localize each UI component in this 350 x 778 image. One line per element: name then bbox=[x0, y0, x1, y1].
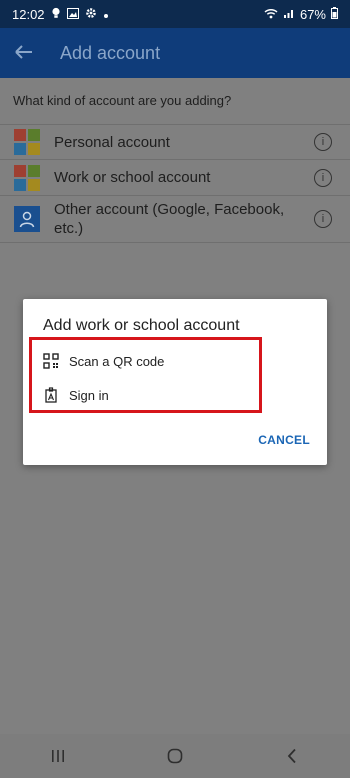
nav-bar bbox=[0, 734, 350, 778]
option-label: Sign in bbox=[69, 387, 109, 403]
arrow-left-icon[interactable] bbox=[0, 40, 48, 66]
image-icon bbox=[66, 7, 79, 22]
info-icon[interactable]: i bbox=[314, 133, 332, 151]
app-bar: Add account bbox=[0, 28, 350, 78]
dot-icon bbox=[103, 7, 109, 22]
battery-icon bbox=[331, 6, 338, 22]
status-time: 12:02 bbox=[12, 6, 45, 22]
qr-code-icon bbox=[43, 353, 59, 369]
list-item-other-account[interactable]: Other account (Google, Facebook, etc.) i bbox=[0, 196, 350, 243]
home-icon[interactable] bbox=[155, 748, 195, 764]
page-title: Add account bbox=[60, 42, 161, 63]
add-work-school-dialog: Add work or school account Scan a QR cod… bbox=[23, 299, 327, 465]
account-type-list: Personal account i Work or school accoun… bbox=[0, 124, 350, 243]
list-item-label: Work or school account bbox=[54, 169, 211, 186]
status-bar: 12:02 67% bbox=[0, 0, 350, 28]
info-icon[interactable]: i bbox=[314, 168, 332, 187]
signal-icon bbox=[283, 7, 295, 22]
microsoft-logo-icon bbox=[0, 164, 54, 191]
chevron-left-icon[interactable] bbox=[272, 748, 312, 764]
battery-percent: 67% bbox=[299, 6, 326, 22]
badge-icon bbox=[43, 387, 59, 403]
recents-icon[interactable] bbox=[38, 749, 78, 763]
dialog-title: Add work or school account bbox=[43, 317, 240, 334]
user-icon bbox=[0, 206, 54, 232]
status-right: 67% bbox=[264, 6, 338, 22]
cancel-button[interactable]: CANCEL bbox=[258, 433, 310, 447]
wifi-icon bbox=[264, 7, 278, 22]
list-item-personal-account[interactable]: Personal account i bbox=[0, 124, 350, 160]
option-label: Scan a QR code bbox=[69, 353, 165, 369]
list-item-label: Other account (Google, Facebook, etc.) bbox=[54, 201, 285, 237]
list-item-label: Personal account bbox=[54, 133, 170, 151]
gear-icon bbox=[85, 7, 97, 22]
info-icon[interactable]: i bbox=[314, 210, 332, 228]
status-left: 12:02 bbox=[12, 7, 109, 22]
bulb-icon bbox=[51, 7, 61, 22]
sign-in-option[interactable]: Sign in bbox=[43, 387, 109, 403]
microsoft-logo-icon bbox=[0, 129, 54, 155]
scan-qr-code-option[interactable]: Scan a QR code bbox=[43, 353, 164, 369]
list-item-work-school-account[interactable]: Work or school account i bbox=[0, 160, 350, 196]
question-label: What kind of account are you adding? bbox=[13, 93, 232, 108]
